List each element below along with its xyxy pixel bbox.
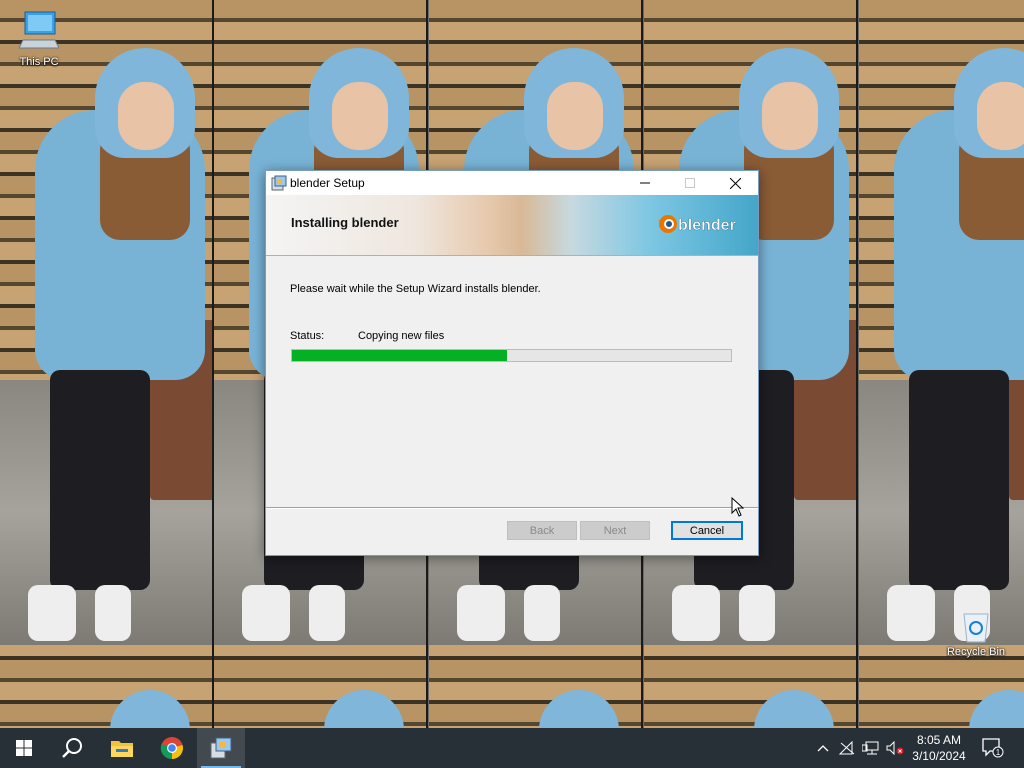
taskbar-setup-installer[interactable]	[197, 728, 245, 768]
wizard-message: Please wait while the Setup Wizard insta…	[290, 283, 541, 295]
setup-window: blender Setup Installing blender blender…	[265, 170, 759, 556]
blender-logo: blender	[658, 215, 736, 234]
volume-muted-icon	[886, 741, 904, 755]
wallpaper-tile	[0, 0, 214, 728]
status-value: Copying new files	[358, 330, 445, 342]
chevron-up-icon	[817, 745, 829, 752]
network-off-icon	[839, 741, 855, 755]
show-hidden-icons-button[interactable]	[812, 728, 834, 768]
taskbar-file-explorer[interactable]	[98, 728, 146, 768]
taskbar-chrome[interactable]	[148, 728, 196, 768]
status-label: Status:	[290, 330, 325, 342]
setup-installer-icon	[210, 737, 232, 759]
clock-time: 8:05 AM	[916, 733, 962, 747]
taskbar: 8:05 AM 3/10/2024 1	[0, 728, 1024, 768]
search-icon	[62, 738, 82, 758]
maximize-icon	[685, 178, 695, 188]
notification-icon: 1	[982, 738, 1004, 758]
banner-heading: Installing blender	[291, 215, 399, 230]
start-button[interactable]	[0, 728, 48, 768]
computer-icon	[19, 11, 59, 49]
installer-icon	[271, 175, 287, 191]
desktop-icon-label: Recycle Bin	[946, 646, 1006, 658]
file-explorer-icon	[111, 741, 133, 757]
install-progress-bar	[291, 349, 732, 362]
wizard-banner: Installing blender blender	[266, 195, 758, 256]
tray-volume-muted[interactable]	[884, 728, 906, 768]
cancel-button[interactable]: Cancel	[671, 521, 743, 540]
svg-text:blender: blender	[678, 217, 736, 234]
recycle-bin-icon	[963, 613, 989, 643]
desktop-icon-this-pc[interactable]: This PC	[0, 10, 78, 68]
search-button[interactable]	[48, 728, 96, 768]
desktop-icon-recycle-bin[interactable]: Recycle Bin	[937, 608, 1015, 658]
desktop-icon-label: This PC	[19, 56, 59, 68]
progress-fill	[292, 350, 507, 361]
minimize-button[interactable]	[622, 171, 668, 195]
minimize-icon	[640, 182, 650, 184]
back-button[interactable]: Back	[507, 521, 577, 540]
tray-network-disconnected[interactable]	[836, 728, 858, 768]
ethernet-icon	[862, 741, 879, 755]
window-title: blender Setup	[290, 176, 365, 190]
title-bar[interactable]: blender Setup	[266, 171, 758, 195]
close-button[interactable]	[712, 171, 758, 195]
clock-date: 3/10/2024	[912, 749, 966, 763]
taskbar-clock[interactable]: 8:05 AM 3/10/2024	[904, 732, 974, 764]
close-icon	[729, 177, 741, 189]
tray-network[interactable]	[860, 728, 882, 768]
mouse-cursor-icon	[731, 497, 745, 517]
start-icon	[16, 740, 32, 756]
action-center-button[interactable]: 1	[978, 728, 1008, 768]
footer-separator	[266, 507, 758, 509]
maximize-button	[667, 171, 713, 195]
chrome-icon	[160, 737, 183, 760]
notification-count: 1	[996, 748, 1001, 757]
next-button[interactable]: Next	[580, 521, 650, 540]
